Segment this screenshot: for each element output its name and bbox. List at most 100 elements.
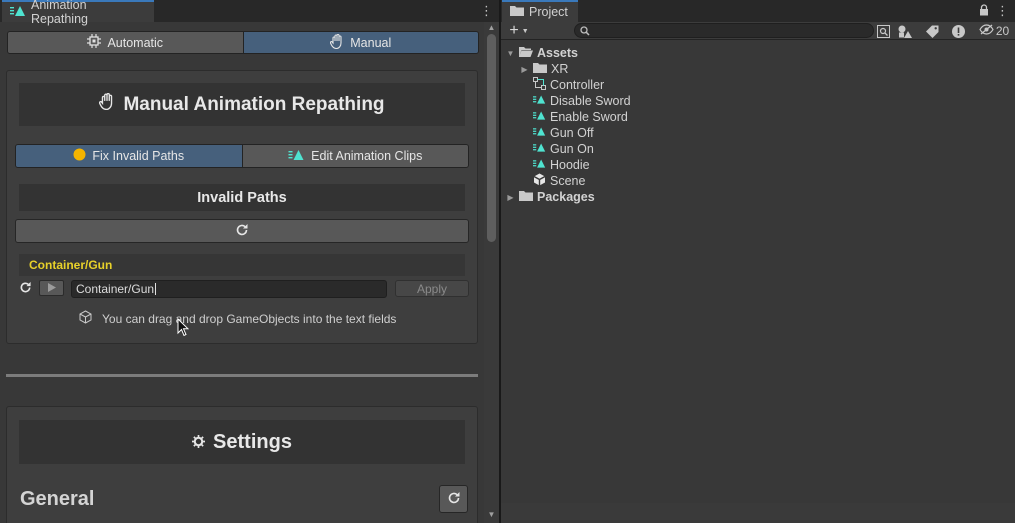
refresh-icon — [235, 223, 249, 240]
settings-header: Settings — [19, 420, 465, 464]
manual-label: Manual — [350, 35, 392, 50]
automatic-label: Automatic — [107, 35, 164, 50]
more-options-icon[interactable]: ⋮ — [480, 4, 493, 18]
reset-path-button[interactable] — [18, 281, 33, 296]
folder-icon — [519, 190, 533, 204]
tree-item-gun-off[interactable]: Gun Off — [533, 125, 594, 141]
chevron-right-icon[interactable]: ▶ — [520, 65, 529, 74]
tab-title: Project — [529, 5, 568, 19]
chevron-down-icon[interactable]: ▼ — [506, 49, 515, 58]
hand-icon — [99, 92, 115, 116]
open-folder-icon — [519, 46, 533, 60]
animation-repathing-window: Animation Repathing ⋮ Automatic Manual M… — [0, 0, 499, 523]
mouse-cursor-icon — [177, 317, 190, 340]
path-input-field[interactable]: Container/Gun — [71, 280, 387, 298]
search-icon — [580, 25, 590, 39]
errors-warning-icon[interactable] — [950, 23, 966, 39]
tree-item-label: Gun On — [550, 142, 594, 156]
tree-item-gun-on[interactable]: Gun On — [533, 141, 594, 157]
tree-item-label: Packages — [537, 190, 595, 204]
tree-item-label: Controller — [550, 78, 605, 92]
tree-item-hoodie[interactable]: Hoodie — [533, 157, 590, 173]
tab-edit-animation-clips[interactable]: Edit Animation Clips — [241, 145, 468, 167]
fix-invalid-paths-label: Fix Invalid Paths — [92, 149, 185, 163]
chip-icon — [87, 34, 102, 51]
general-section-title: General — [20, 488, 95, 510]
hand-icon — [330, 33, 344, 52]
tab-fix-invalid-paths[interactable]: Fix Invalid Paths — [16, 145, 242, 167]
tree-item-enable-sword[interactable]: Enable Sword — [533, 109, 628, 125]
create-dropdown-button[interactable]: + ▼ — [507, 23, 531, 39]
animation-clip-icon — [533, 110, 546, 124]
chevron-right-icon[interactable]: ▶ — [506, 193, 515, 202]
tree-item-label: Enable Sword — [550, 110, 628, 124]
manual-repathing-panel: Manual Animation Repathing Fix Invalid P… — [6, 70, 478, 344]
tree-item-label: XR — [551, 62, 569, 76]
tree-item-label: Disable Sword — [550, 94, 631, 108]
more-options-icon[interactable]: ⋮ — [996, 4, 1009, 18]
scroll-up-icon[interactable]: ▲ — [484, 22, 499, 34]
refresh-icon — [19, 281, 32, 297]
unity-scene-icon — [533, 173, 546, 189]
invalid-paths-title: Invalid Paths — [197, 189, 287, 206]
status-dot-icon — [73, 148, 86, 164]
animation-clip-icon — [288, 149, 305, 164]
refresh-icon — [447, 491, 461, 508]
mode-toggle: Automatic Manual — [7, 31, 479, 54]
search-by-type-icon[interactable] — [897, 23, 913, 39]
hidden-count: 20 — [995, 24, 1010, 38]
gear-icon — [192, 431, 206, 454]
tab-animation-repathing[interactable]: Animation Repathing — [2, 0, 154, 26]
reset-general-button[interactable] — [439, 485, 468, 513]
scroll-down-icon[interactable]: ▼ — [484, 509, 499, 521]
tree-item-label: Gun Off — [550, 126, 594, 140]
project-toolbar: + ▼ 20 — [501, 22, 1015, 40]
path-input-value: Container/Gun — [76, 282, 155, 296]
scroll-thumb[interactable] — [487, 34, 496, 242]
tree-item-label: Hoodie — [550, 158, 590, 172]
search-by-window-icon[interactable] — [875, 23, 891, 39]
settings-panel: Settings General — [6, 406, 478, 523]
animation-clip-icon — [533, 94, 546, 108]
manual-mode-button[interactable]: Manual — [242, 32, 478, 53]
hint-text: You can drag and drop GameObjects into t… — [102, 311, 397, 326]
tree-item-label: Assets — [537, 46, 578, 60]
cube-icon — [79, 310, 92, 327]
animation-clip-icon — [10, 5, 26, 20]
tree-item-packages[interactable]: ▶ Packages — [506, 189, 595, 205]
page-title: Manual Animation Repathing — [123, 93, 385, 115]
hidden-packages-toggle[interactable]: 20 — [977, 23, 1011, 39]
tree-item-xr[interactable]: ▶ XR — [520, 61, 568, 77]
search-by-label-icon[interactable] — [924, 23, 940, 39]
manual-subtabs: Fix Invalid Paths Edit Animation Clips — [15, 144, 469, 168]
eye-slash-icon — [979, 24, 994, 38]
tab-project[interactable]: Project — [502, 0, 578, 22]
tree-item-disable-sword[interactable]: Disable Sword — [533, 93, 631, 109]
tree-item-assets[interactable]: ▼ Assets — [506, 45, 578, 61]
search-input[interactable] — [574, 23, 874, 38]
chevron-down-icon: ▼ — [521, 27, 529, 35]
text-caret — [155, 283, 157, 295]
preview-path-button[interactable] — [39, 280, 64, 296]
project-window: Project ⋮ + ▼ 20 ▼ Assets ▶ XR Controlle… — [501, 0, 1015, 523]
folder-icon — [533, 62, 547, 76]
vertical-scrollbar[interactable]: ▲ ▼ — [484, 22, 499, 523]
tree-item-scene[interactable]: Scene — [533, 173, 585, 189]
section-divider — [6, 374, 478, 377]
folder-icon — [510, 5, 524, 19]
plus-icon: + — [509, 22, 519, 39]
automatic-mode-button[interactable]: Automatic — [8, 32, 243, 53]
play-icon — [47, 281, 56, 295]
refresh-invalid-paths-button[interactable] — [15, 219, 469, 243]
drag-drop-hint: You can drag and drop GameObjects into t… — [79, 310, 396, 327]
apply-button[interactable]: Apply — [395, 280, 469, 297]
tab-bar: Project ⋮ — [501, 0, 1015, 22]
invalid-path-label: Container/Gun — [19, 254, 465, 276]
animation-clip-icon — [533, 126, 546, 140]
lock-icon[interactable] — [979, 4, 989, 19]
tab-bar: Animation Repathing ⋮ — [0, 0, 499, 26]
edit-animation-clips-label: Edit Animation Clips — [311, 149, 423, 163]
apply-label: Apply — [416, 281, 448, 296]
tree-item-controller[interactable]: Controller — [533, 77, 604, 93]
tree-item-label: Scene — [550, 174, 586, 188]
